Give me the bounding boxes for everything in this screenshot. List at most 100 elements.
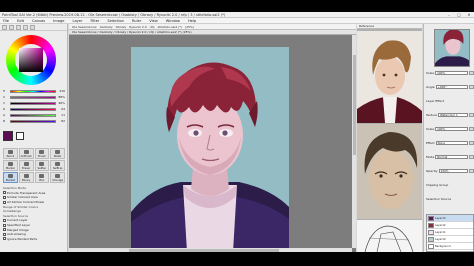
checkbox[interactable]: [3, 223, 6, 227]
option-checkbox[interactable]: Ignore Painted Parts: [3, 237, 65, 242]
red-track[interactable]: [10, 107, 56, 111]
checkbox[interactable]: [3, 232, 6, 236]
reference-portrait-1: [357, 31, 422, 123]
property-value-field[interactable]: Watercolor 1: [437, 112, 468, 117]
layer-name: Layer12: [435, 223, 446, 227]
checkbox[interactable]: [3, 200, 6, 204]
vertical-scroll-thumb[interactable]: [352, 55, 356, 155]
navigator-thumbnail[interactable]: [434, 29, 470, 67]
close-button[interactable]: ✕: [466, 13, 472, 17]
slider-value: 82: [61, 119, 65, 123]
dropdown-button[interactable]: [469, 70, 474, 75]
property-value-field[interactable]: 100%: [438, 168, 468, 173]
menu-selection[interactable]: Selection: [107, 19, 124, 23]
menu-file[interactable]: File: [3, 19, 9, 23]
option-label: Selection Source: [3, 213, 29, 218]
tool-blur[interactable]: Blur: [34, 172, 50, 183]
saturation-track[interactable]: [10, 95, 56, 99]
menu-view[interactable]: View: [149, 19, 158, 23]
menu-edit[interactable]: Edit: [17, 19, 24, 23]
tool-binary[interactable]: Binary: [18, 172, 34, 183]
tool-label: SelPen: [37, 167, 47, 170]
checkbox[interactable]: [3, 195, 6, 199]
slider-value: 88%: [58, 95, 65, 99]
mixer-toggle[interactable]: [23, 25, 28, 30]
property-label: Angle: [426, 84, 435, 89]
tool-airbrush[interactable]: AirBrush: [18, 148, 34, 159]
hue-track[interactable]: [10, 89, 56, 93]
maximize-button[interactable]: □: [456, 13, 462, 17]
property-row: Selection Source: [426, 196, 474, 201]
value-track[interactable]: [10, 101, 56, 105]
menu-help[interactable]: Help: [188, 19, 196, 23]
tool-smudge[interactable]: Smudge: [50, 172, 65, 183]
property-value-field[interactable]: None: [435, 140, 468, 145]
nav-item[interactable]: stilefolio.sai2 (*): [158, 25, 183, 29]
layer-row[interactable]: Layer13: [427, 215, 473, 222]
dropdown-button[interactable]: [469, 154, 474, 159]
left-panel: H 316 S 88% V 46% R 94 G 11 B 82 Pencil …: [0, 24, 68, 252]
horizontal-scrollbar[interactable]: [69, 248, 352, 252]
tool-marker[interactable]: Marker: [3, 160, 18, 171]
checkbox[interactable]: [3, 237, 6, 241]
color-wheel-toggle[interactable]: [2, 25, 7, 30]
menu-ruler[interactable]: Ruler: [132, 19, 141, 23]
property-value-field[interactable]: 100%: [435, 70, 468, 75]
secondary-color-swatch[interactable]: [16, 132, 24, 140]
nav-item[interactable]: Osobisty: [100, 25, 113, 29]
saturation-value-square[interactable]: [19, 48, 43, 72]
checkbox[interactable]: [3, 218, 6, 222]
menu-image[interactable]: Image: [53, 19, 64, 23]
tool-seleras[interactable]: SelEras: [50, 160, 65, 171]
hsv-slider-toggle[interactable]: [16, 25, 21, 30]
property-value-field[interactable]: Normal: [435, 154, 468, 159]
blue-track[interactable]: [10, 119, 56, 123]
checkbox[interactable]: [3, 228, 6, 232]
nav-item[interactable]: Rysunki 2.0: [129, 25, 146, 29]
nav-item[interactable]: nfp: [150, 25, 155, 29]
layer-row[interactable]: Layer12: [427, 222, 473, 229]
tool-eraser[interactable]: Eraser: [18, 160, 34, 171]
dropdown-button[interactable]: [469, 168, 474, 173]
dropdown-button[interactable]: [469, 112, 474, 117]
menu-window[interactable]: Window: [166, 19, 180, 23]
primary-color-swatch[interactable]: [3, 131, 13, 141]
layer-row[interactable]: Background: [427, 243, 473, 250]
property-value-field[interactable]: +000°: [435, 84, 468, 89]
rgb-slider-toggle[interactable]: [9, 25, 14, 30]
menu-filter[interactable]: Filter: [90, 19, 99, 23]
swatches-toggle[interactable]: [30, 25, 35, 30]
reference-panel: Reference: [357, 24, 422, 252]
horizontal-scroll-thumb[interactable]: [129, 248, 279, 252]
nav-item[interactable]: (25%): [185, 25, 194, 29]
dropdown-button[interactable]: [469, 126, 474, 131]
option-label: SomeRange: [3, 209, 22, 214]
dropdown-button[interactable]: [469, 140, 474, 145]
menu-canvas[interactable]: Canvas: [32, 19, 45, 23]
nav-item[interactable]: Ole Sesemikcow: [72, 25, 97, 29]
tool-brush[interactable]: Brush: [34, 148, 50, 159]
color-wheel[interactable]: [6, 35, 56, 85]
tool-bucket[interactable]: Bucket: [3, 172, 18, 183]
property-value-field[interactable]: 100%: [435, 126, 468, 131]
layer-row[interactable]: Layer11: [427, 229, 473, 236]
dropdown-button[interactable]: [469, 84, 474, 89]
tool-water[interactable]: Water: [50, 148, 65, 159]
artwork-canvas[interactable]: [131, 47, 289, 252]
reference-image-2[interactable]: [357, 124, 422, 219]
tool-selpen[interactable]: SelPen: [34, 160, 50, 171]
vertical-scrollbar[interactable]: [352, 35, 356, 248]
minimize-button[interactable]: –: [446, 13, 452, 17]
nav-item[interactable]: Obrazy: [116, 25, 127, 29]
reference-image-3[interactable]: [357, 220, 422, 252]
property-label: Effect: [426, 140, 435, 145]
document-tab[interactable]: Ole Sesemikcow / Osobisty / Obrazy / Rys…: [72, 30, 192, 34]
menu-layer[interactable]: Layer: [72, 19, 82, 23]
checkbox[interactable]: [3, 191, 6, 195]
tool-pencil[interactable]: Pencil: [3, 148, 18, 159]
slider-b[interactable]: B 82: [3, 118, 65, 124]
property-label: Scale: [426, 126, 435, 131]
layer-row[interactable]: Layer10: [427, 236, 473, 243]
reference-image-1[interactable]: [357, 31, 422, 123]
green-track[interactable]: [10, 113, 56, 117]
